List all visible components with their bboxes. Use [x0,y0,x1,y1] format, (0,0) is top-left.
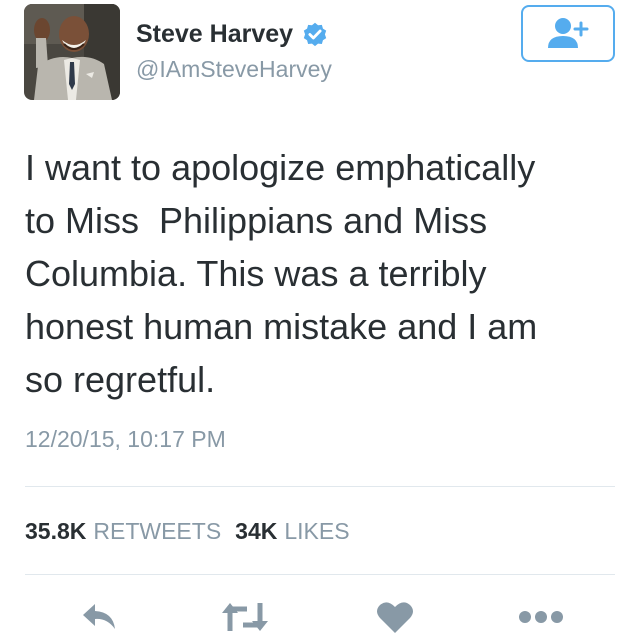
likes-count: 34K [235,518,278,544]
more-icon [519,611,563,623]
heart-icon [377,602,413,633]
likes-label: LIKES [284,518,350,544]
reply-icon [83,604,115,629]
retweet-button[interactable] [219,597,271,637]
user-name[interactable]: Steve Harvey [136,20,293,49]
retweet-icon [222,603,268,631]
user-handle[interactable]: @IAmSteveHarvey [136,56,332,83]
more-button[interactable] [515,597,567,637]
follow-user-icon [548,17,589,48]
verified-badge-icon [303,22,327,46]
avatar[interactable] [24,4,120,100]
likes-stat[interactable]: 34K LIKES [235,518,349,545]
tweet-stats: 35.8K RETWEETS 34K LIKES [25,518,350,545]
divider [25,574,615,575]
reply-button[interactable] [78,597,122,637]
retweets-count: 35.8K [25,518,87,544]
divider [25,486,615,487]
like-button[interactable] [373,597,417,637]
tweet-text: I want to apologize emphatically to Miss… [25,147,538,400]
avatar-image [24,4,120,100]
user-name-row: Steve Harvey [136,20,329,49]
retweets-stat[interactable]: 35.8K RETWEETS [25,518,221,545]
follow-button[interactable] [521,5,615,62]
retweets-label: RETWEETS [93,518,222,544]
tweet-timestamp[interactable]: 12/20/15, 10:17 PM [25,426,226,453]
